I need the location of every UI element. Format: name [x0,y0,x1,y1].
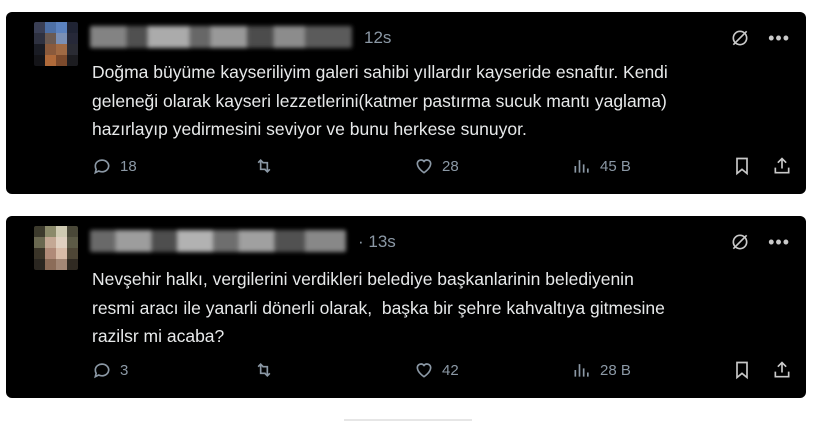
grok-icon[interactable] [730,28,750,48]
grok-icon[interactable] [730,232,750,252]
share-button[interactable] [772,156,792,176]
retweet-icon [257,158,271,174]
like-count: 42 [442,361,459,379]
tweet-text: Doğma büyüme kayseriliyim galeri sahibi … [92,62,668,139]
retweet-button[interactable] [254,156,274,176]
views-count: 28 B [600,361,631,379]
reply-button[interactable]: 3 [92,360,128,380]
like-count: 28 [442,157,459,175]
views-button[interactable]: 28 B [572,360,631,380]
tweet-card[interactable]: · 13s ••• Nevşehir halkı, vergilerini ve… [6,216,806,398]
like-button[interactable]: 28 [414,156,459,176]
tweet-card[interactable]: 12s ••• Doğma büyüme kayseriliyim galeri… [6,12,806,194]
share-button[interactable] [772,360,792,380]
reply-icon [94,159,110,175]
views-icon [574,160,589,173]
avatar[interactable] [34,226,78,270]
like-button[interactable]: 42 [414,360,459,380]
views-icon [574,364,589,377]
share-icon [774,157,790,174]
like-icon [416,363,432,378]
views-button[interactable]: 45 B [572,156,631,176]
retweet-button[interactable] [254,360,274,380]
reply-button[interactable]: 18 [92,156,137,176]
reply-count: 18 [120,157,137,175]
action-bar: 3 42 28 B [92,360,794,382]
author-name-blurred[interactable] [90,26,352,48]
bookmark-icon [736,157,748,176]
timestamp[interactable]: · 13s [358,232,396,252]
like-icon [416,159,432,174]
bookmark-button[interactable] [732,156,752,176]
share-icon [774,361,790,378]
reply-count: 3 [120,361,129,379]
timestamp[interactable]: 12s [364,28,391,48]
bookmark-button[interactable] [732,360,752,380]
more-icon[interactable]: ••• [768,28,790,48]
tweet-text: Nevşehir halkı, vergilerini verdikleri b… [92,269,665,346]
retweet-icon [257,362,271,378]
avatar[interactable] [34,22,78,66]
action-bar: 18 28 45 B [92,156,794,178]
author-name-blurred[interactable] [90,230,346,252]
more-icon[interactable]: ••• [768,232,790,252]
views-count: 45 B [600,157,631,175]
reply-icon [94,363,110,379]
bookmark-icon [736,361,748,380]
